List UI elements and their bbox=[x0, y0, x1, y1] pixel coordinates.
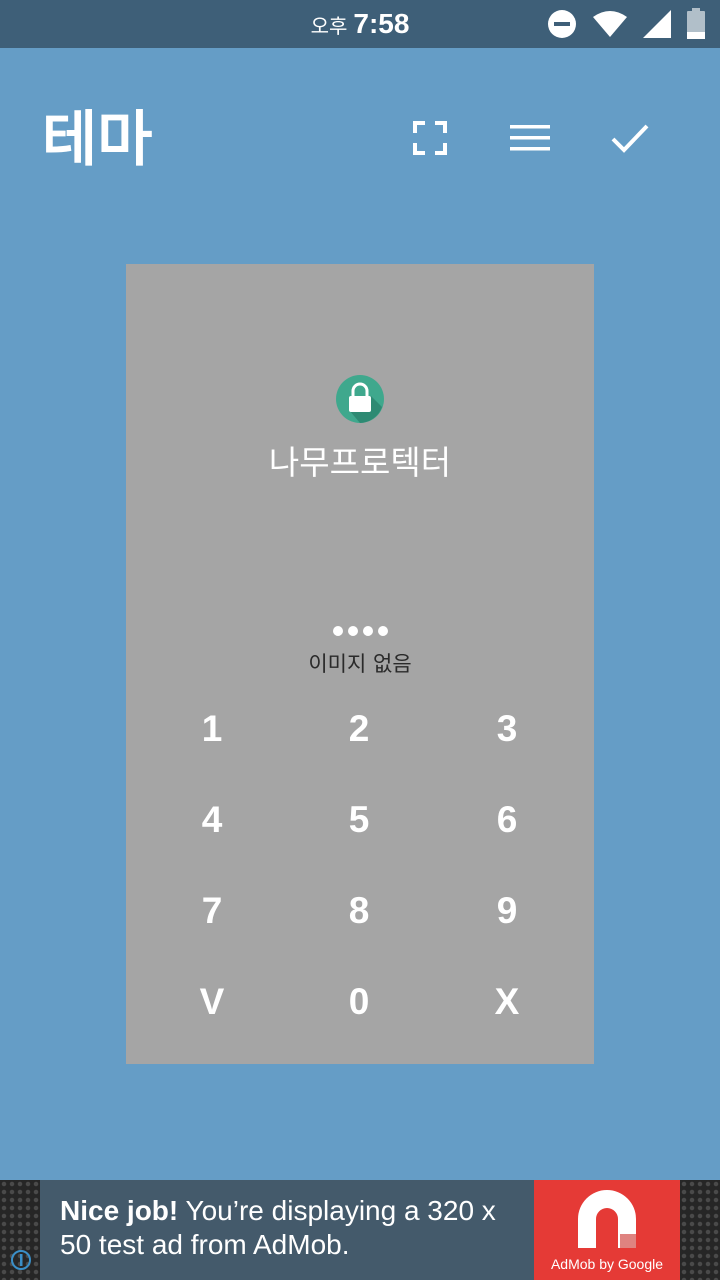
page-title: 테마 bbox=[42, 105, 153, 175]
keypad-key-5[interactable]: 5 bbox=[309, 780, 409, 860]
keypad-key-4[interactable]: 4 bbox=[162, 780, 262, 860]
keypad-key-6[interactable]: 6 bbox=[457, 780, 557, 860]
pin-dot bbox=[362, 626, 373, 636]
admob-logo[interactable]: AdMob by Google bbox=[534, 1180, 680, 1280]
wifi-icon bbox=[593, 11, 627, 37]
status-bar: 오후 7:58 bbox=[0, 0, 720, 48]
do-not-disturb-icon bbox=[548, 10, 576, 38]
fullscreen-button[interactable] bbox=[400, 110, 460, 166]
status-ampm: 오후 bbox=[310, 13, 348, 38]
check-icon bbox=[611, 124, 649, 153]
admob-logo-text: AdMob by Google bbox=[550, 1256, 664, 1272]
keypad-key-2[interactable]: 2 bbox=[309, 689, 409, 769]
fullscreen-icon bbox=[413, 121, 447, 155]
ad-banner[interactable]: Nice job! You’re displaying a 320 x 50 t… bbox=[0, 1180, 720, 1280]
menu-button[interactable] bbox=[500, 110, 560, 166]
admob-icon bbox=[578, 1190, 636, 1248]
pin-dot bbox=[377, 626, 388, 636]
theme-preview: 나무프로텍터 이미지 없음 123 456 789 V0X bbox=[126, 264, 594, 1064]
keypad-key-v[interactable]: V bbox=[162, 962, 262, 1042]
keypad-key-3[interactable]: 3 bbox=[457, 689, 557, 769]
keypad-key-8[interactable]: 8 bbox=[309, 871, 409, 951]
status-icons bbox=[546, 8, 706, 40]
app-name-label: 나무프로텍터 bbox=[268, 443, 452, 482]
preview-message: 이미지 없음 bbox=[308, 652, 412, 676]
ad-headline: Nice job! bbox=[60, 1195, 179, 1226]
menu-icon bbox=[510, 125, 550, 151]
signal-icon bbox=[643, 10, 671, 38]
pin-dot bbox=[332, 626, 343, 636]
confirm-button[interactable] bbox=[600, 110, 660, 166]
keypad-key-x[interactable]: X bbox=[457, 962, 557, 1042]
status-time: 7:58 bbox=[353, 8, 410, 39]
keypad-key-1[interactable]: 1 bbox=[162, 689, 262, 769]
pin-dot bbox=[347, 626, 358, 636]
battery-icon bbox=[687, 8, 705, 39]
keypad-key-0[interactable]: 0 bbox=[309, 962, 409, 1042]
ad-info-icon[interactable] bbox=[10, 1249, 32, 1271]
lock-icon bbox=[336, 375, 384, 423]
pin-indicator bbox=[126, 626, 594, 636]
keypad-key-9[interactable]: 9 bbox=[457, 871, 557, 951]
keypad-key-7[interactable]: 7 bbox=[162, 871, 262, 951]
ad-text[interactable]: Nice job! You’re displaying a 320 x 50 t… bbox=[40, 1180, 534, 1280]
ad-pattern bbox=[680, 1180, 720, 1280]
